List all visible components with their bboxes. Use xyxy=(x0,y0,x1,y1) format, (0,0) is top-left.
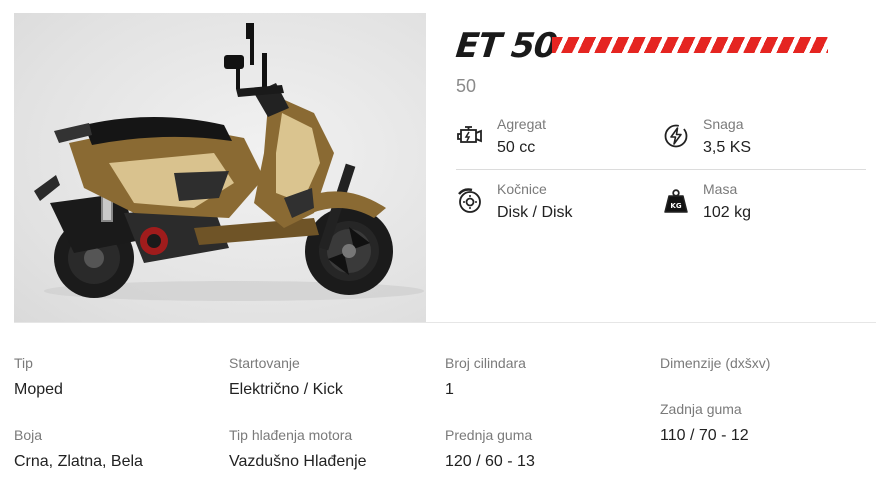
title-row: ET 50 xyxy=(453,26,559,66)
spec-power: Snaga 3,5 KS xyxy=(662,116,751,157)
detail-value: Moped xyxy=(14,381,63,398)
detail-label: Tip hlađenja motora xyxy=(229,427,353,443)
detail-value: 110 / 70 - 12 xyxy=(660,427,749,444)
scooter-photo xyxy=(34,23,424,301)
detail-value: Električno / Kick xyxy=(229,381,343,398)
spec-value: Disk / Disk xyxy=(497,204,573,221)
detail-value: Vazdušno Hlađenje xyxy=(229,453,367,470)
detail-label: Boja xyxy=(14,427,43,443)
spec-value: 3,5 KS xyxy=(703,139,752,156)
detail-label: Dimenzije (dxšxv) xyxy=(660,355,771,371)
lightning-icon xyxy=(664,124,688,148)
detail-cooling: Tip hlađenja motora Vazdušno Hlađenje xyxy=(229,427,367,471)
weight-icon: KG xyxy=(664,189,688,213)
detail-start: Startovanje Električno / Kick xyxy=(229,355,343,399)
detail-value: Crna, Zlatna, Bela xyxy=(14,453,143,470)
detail-value: 120 / 60 - 13 xyxy=(445,453,535,470)
detail-label: Prednja guma xyxy=(445,427,533,443)
product-image xyxy=(14,13,426,322)
spec-value: 50 cc xyxy=(497,139,536,156)
detail-label: Tip xyxy=(14,355,33,371)
brake-disc-icon xyxy=(458,188,481,213)
spec-label: Agregat xyxy=(497,116,547,132)
spec-value: 102 kg xyxy=(703,204,752,221)
detail-type: Tip Moped xyxy=(14,355,63,399)
detail-color: Boja Crna, Zlatna, Bela xyxy=(14,427,143,471)
spec-engine: Agregat 50 cc xyxy=(456,116,546,157)
spec-weight: KG Masa 102 kg xyxy=(662,181,751,222)
spec-brakes: Kočnice Disk / Disk xyxy=(456,181,573,222)
spec-label: Kočnice xyxy=(497,181,547,197)
spec-divider xyxy=(456,169,866,170)
detail-front-tire: Prednja guma 120 / 60 - 13 xyxy=(445,427,535,471)
detail-rear-tire: Zadnja guma 110 / 70 - 12 xyxy=(660,401,749,445)
spec-label: Masa xyxy=(703,181,738,197)
detail-label: Broj cilindara xyxy=(445,355,526,371)
detail-value: 1 xyxy=(445,381,454,398)
detail-dimensions: Dimenzije (dxšxv) xyxy=(660,355,770,371)
detail-cylinders: Broj cilindara 1 xyxy=(445,355,526,399)
svg-text:KG: KG xyxy=(670,202,681,210)
title-stripe-decoration xyxy=(552,37,828,53)
detail-label: Zadnja guma xyxy=(660,401,742,417)
engine-icon xyxy=(457,126,482,143)
product-subtitle: 50 xyxy=(456,76,477,96)
section-divider xyxy=(14,322,876,323)
spec-label: Snaga xyxy=(703,116,744,132)
product-title: ET 50 xyxy=(453,26,559,66)
detail-label: Startovanje xyxy=(229,355,300,371)
